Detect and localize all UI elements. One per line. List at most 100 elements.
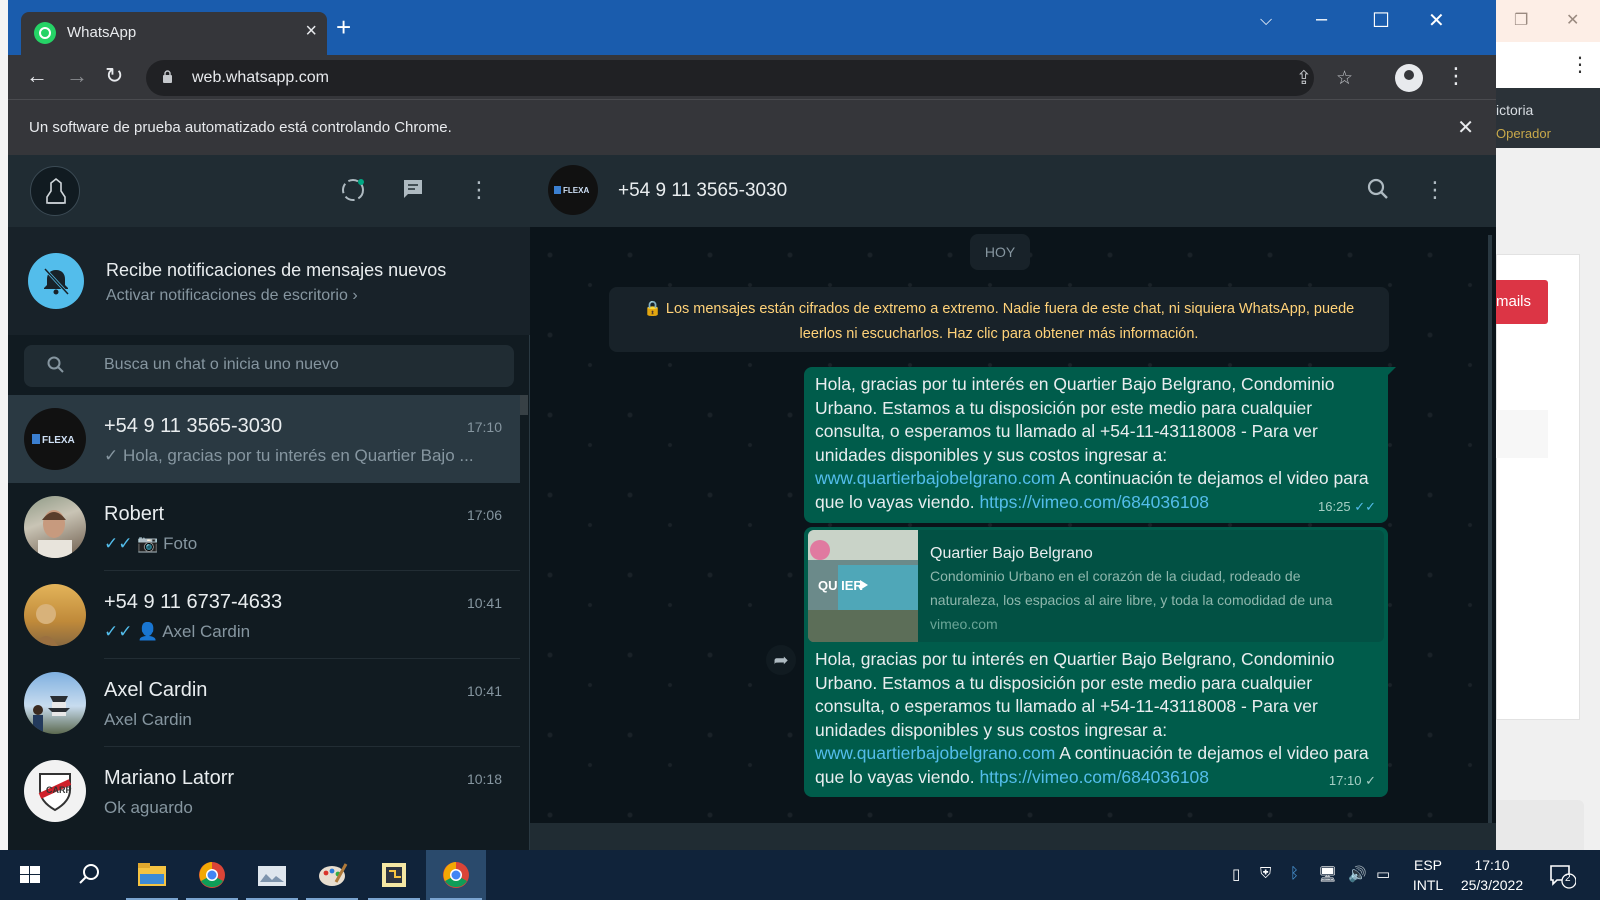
new-chat-icon[interactable] bbox=[401, 177, 425, 207]
input-language[interactable]: ESP INTL bbox=[1406, 855, 1450, 895]
chrome-menu-icon[interactable]: ⋮ bbox=[1445, 63, 1467, 89]
camera-icon: 📷 bbox=[137, 534, 159, 553]
reload-icon[interactable]: ↻ bbox=[105, 63, 123, 89]
tab-close-icon[interactable]: × bbox=[305, 20, 317, 43]
chat-item[interactable]: FLEXA +54 9 11 3565-3030 17:10 ✓ Hola, g… bbox=[8, 395, 520, 483]
maximize-icon[interactable]: ☐ bbox=[1372, 8, 1390, 33]
restore-icon[interactable]: ❐ bbox=[1514, 10, 1528, 30]
search-icon bbox=[47, 356, 64, 373]
chat-time: 17:10 bbox=[466, 419, 502, 435]
battery-icon[interactable]: ▭ bbox=[1376, 865, 1390, 883]
notification-banner[interactable]: Recibe notificaciones de mensajes nuevos… bbox=[8, 227, 530, 335]
address-bar[interactable]: web.whatsapp.com ⇪ ☆ bbox=[146, 60, 1353, 96]
chat-search-input[interactable]: Busca un chat o inicia uno nuevo bbox=[24, 345, 514, 387]
app-icon[interactable] bbox=[242, 850, 302, 900]
chrome-active-icon[interactable] bbox=[426, 850, 486, 900]
message-text: Hola, gracias por tu interés en Quartier… bbox=[815, 649, 1369, 787]
outgoing-message[interactable]: Hola, gracias por tu interés en Quartier… bbox=[804, 367, 1396, 523]
minimize-icon[interactable]: – bbox=[1316, 8, 1327, 31]
conversation-menu-icon[interactable]: ⋮ bbox=[1424, 177, 1446, 203]
automation-infobar: Un software de prueba automatizado está … bbox=[8, 99, 1496, 155]
conversation-scrollbar[interactable] bbox=[1488, 235, 1492, 825]
flexa-logo-text: FLEXA bbox=[42, 435, 75, 446]
preview-description: Condominio Urbano en el corazón de la ci… bbox=[930, 568, 1333, 608]
paint-icon[interactable] bbox=[302, 850, 362, 900]
notification-center-icon[interactable]: 2 bbox=[1548, 863, 1577, 889]
website-link[interactable]: www.quartierbajobelgrano.com bbox=[815, 743, 1055, 763]
chat-item[interactable]: Axel Cardin 10:41 Axel Cardin bbox=[8, 659, 520, 747]
windows-start-icon[interactable] bbox=[0, 850, 60, 900]
tab-whatsapp[interactable]: WhatsApp × bbox=[21, 12, 327, 55]
bluetooth-icon[interactable]: ᛒ bbox=[1290, 865, 1299, 882]
link-preview[interactable]: QU IER Quartier Bajo Belgrano Condominio… bbox=[808, 530, 1384, 642]
back-icon[interactable]: ← bbox=[26, 63, 48, 89]
background-user-role: Operador bbox=[1496, 126, 1551, 141]
vimeo-link[interactable]: https://vimeo.com/684036108 bbox=[979, 767, 1209, 787]
tablet-icon[interactable]: ▯ bbox=[1232, 865, 1240, 883]
url-text: web.whatsapp.com bbox=[192, 69, 329, 86]
sent-tick-icon: ✓ bbox=[1365, 772, 1376, 788]
new-tab-plus-icon[interactable]: + bbox=[336, 14, 351, 40]
chat-name: Mariano Latorr bbox=[104, 767, 235, 789]
chat-last-message: Ok aguardo bbox=[104, 798, 193, 817]
infobar-close-icon[interactable]: ✕ bbox=[1457, 115, 1474, 140]
muted-bell-icon bbox=[28, 253, 84, 309]
chat-sidebar: ⋮ Recibe notificaciones de mensajes nuev… bbox=[8, 155, 530, 850]
windows-taskbar: ▯ ⛨ ᛒ 🖥 🔊 ▭ ESP INTL 17:10 25/3/2022 2 bbox=[0, 850, 1600, 900]
chat-last-message: ✓✓ 📷 Foto bbox=[104, 534, 198, 553]
outgoing-message-with-preview[interactable]: QU IER Quartier Bajo Belgrano Condominio… bbox=[804, 527, 1388, 797]
menu-dots-icon[interactable]: ⋮ bbox=[1570, 52, 1590, 77]
status-icon[interactable] bbox=[340, 177, 366, 209]
sidebar-header: ⋮ bbox=[8, 155, 530, 227]
close-icon[interactable]: ✕ bbox=[1566, 10, 1579, 30]
chat-last-message: ✓✓ 👤 Axel Cardin bbox=[104, 622, 251, 641]
bookmark-star-icon[interactable]: ☆ bbox=[1336, 67, 1353, 90]
system-clock[interactable]: 17:10 25/3/2022 bbox=[1450, 855, 1534, 895]
window-close-icon[interactable]: ✕ bbox=[1428, 8, 1445, 33]
chat-item[interactable]: +54 9 11 6737-4633 10:41 ✓✓ 👤 Axel Cardi… bbox=[8, 571, 520, 659]
chat-item[interactable]: CARP Mariano Latorr 10:18 Ok aguardo bbox=[8, 747, 520, 835]
browser-toolbar: ← → ↻ web.whatsapp.com ⇪ ☆ ⋮ bbox=[8, 55, 1496, 99]
security-shield-icon[interactable]: ⛨ bbox=[1260, 865, 1271, 882]
chat-name: Axel Cardin bbox=[104, 679, 208, 701]
read-ticks-icon: ✓✓ bbox=[104, 622, 133, 641]
chrome-icon[interactable] bbox=[182, 850, 242, 900]
background-app-window: ❐ ✕ ⋮ ictoria Operador mails bbox=[1496, 0, 1600, 850]
forward-icon[interactable]: ➦ bbox=[766, 645, 796, 675]
conversation-header[interactable]: FLEXA +54 9 11 3565-3030 ⋮ bbox=[530, 155, 1496, 227]
tab-search-chevron-icon[interactable]: ⌵ bbox=[1260, 12, 1272, 30]
contact-avatar[interactable]: FLEXA bbox=[548, 165, 598, 215]
chat-list: FLEXA +54 9 11 3565-3030 17:10 ✓ Hola, g… bbox=[8, 395, 520, 835]
preview-title: Quartier Bajo Belgrano bbox=[930, 545, 1093, 562]
search-icon[interactable] bbox=[60, 850, 120, 900]
enable-desktop-notifications-link[interactable]: Activar notificaciones de escritorio › bbox=[106, 287, 358, 305]
sent-tick-icon: ✓ bbox=[104, 446, 119, 465]
preview-domain: vimeo.com bbox=[930, 616, 998, 632]
profile-icon[interactable] bbox=[1395, 64, 1423, 92]
read-ticks-icon: ✓✓ bbox=[1354, 498, 1376, 514]
volume-icon[interactable]: 🔊 bbox=[1348, 865, 1367, 883]
video-thumbnail[interactable]: QU IER bbox=[808, 530, 918, 642]
background-emails-button[interactable]: mails bbox=[1496, 280, 1548, 324]
website-link[interactable]: www.quartierbajobelgrano.com bbox=[815, 468, 1055, 488]
chat-time: 10:41 bbox=[466, 683, 502, 699]
vimeo-link[interactable]: https://vimeo.com/684036108 bbox=[979, 492, 1209, 512]
network-icon[interactable]: 🖥 bbox=[1318, 865, 1337, 883]
encryption-notice[interactable]: 🔒 Los mensajes están cifrados de extremo… bbox=[609, 287, 1389, 352]
background-panel bbox=[1496, 800, 1584, 850]
chat-avatar: FLEXA bbox=[24, 408, 86, 470]
search-icon[interactable] bbox=[1366, 177, 1390, 207]
sidebar-menu-icon[interactable]: ⋮ bbox=[468, 177, 490, 203]
chat-item[interactable]: Robert 17:06 ✓✓ 📷 Foto bbox=[8, 483, 520, 571]
share-icon[interactable]: ⇪ bbox=[1296, 67, 1312, 90]
read-ticks-icon: ✓✓ bbox=[104, 534, 133, 553]
python-icon[interactable] bbox=[364, 850, 424, 900]
chat-name: +54 9 11 6737-4633 bbox=[104, 591, 283, 613]
chat-name: Robert bbox=[104, 503, 165, 525]
forward-icon[interactable]: → bbox=[66, 63, 88, 89]
my-profile-avatar[interactable] bbox=[30, 166, 80, 216]
chat-time: 10:41 bbox=[466, 595, 502, 611]
chrome-window: WhatsApp × + ⌵ – ☐ ✕ ← → ↻ web.whatsapp.… bbox=[8, 0, 1496, 850]
file-explorer-icon[interactable] bbox=[122, 850, 182, 900]
chat-list-scrollbar[interactable] bbox=[520, 395, 528, 415]
